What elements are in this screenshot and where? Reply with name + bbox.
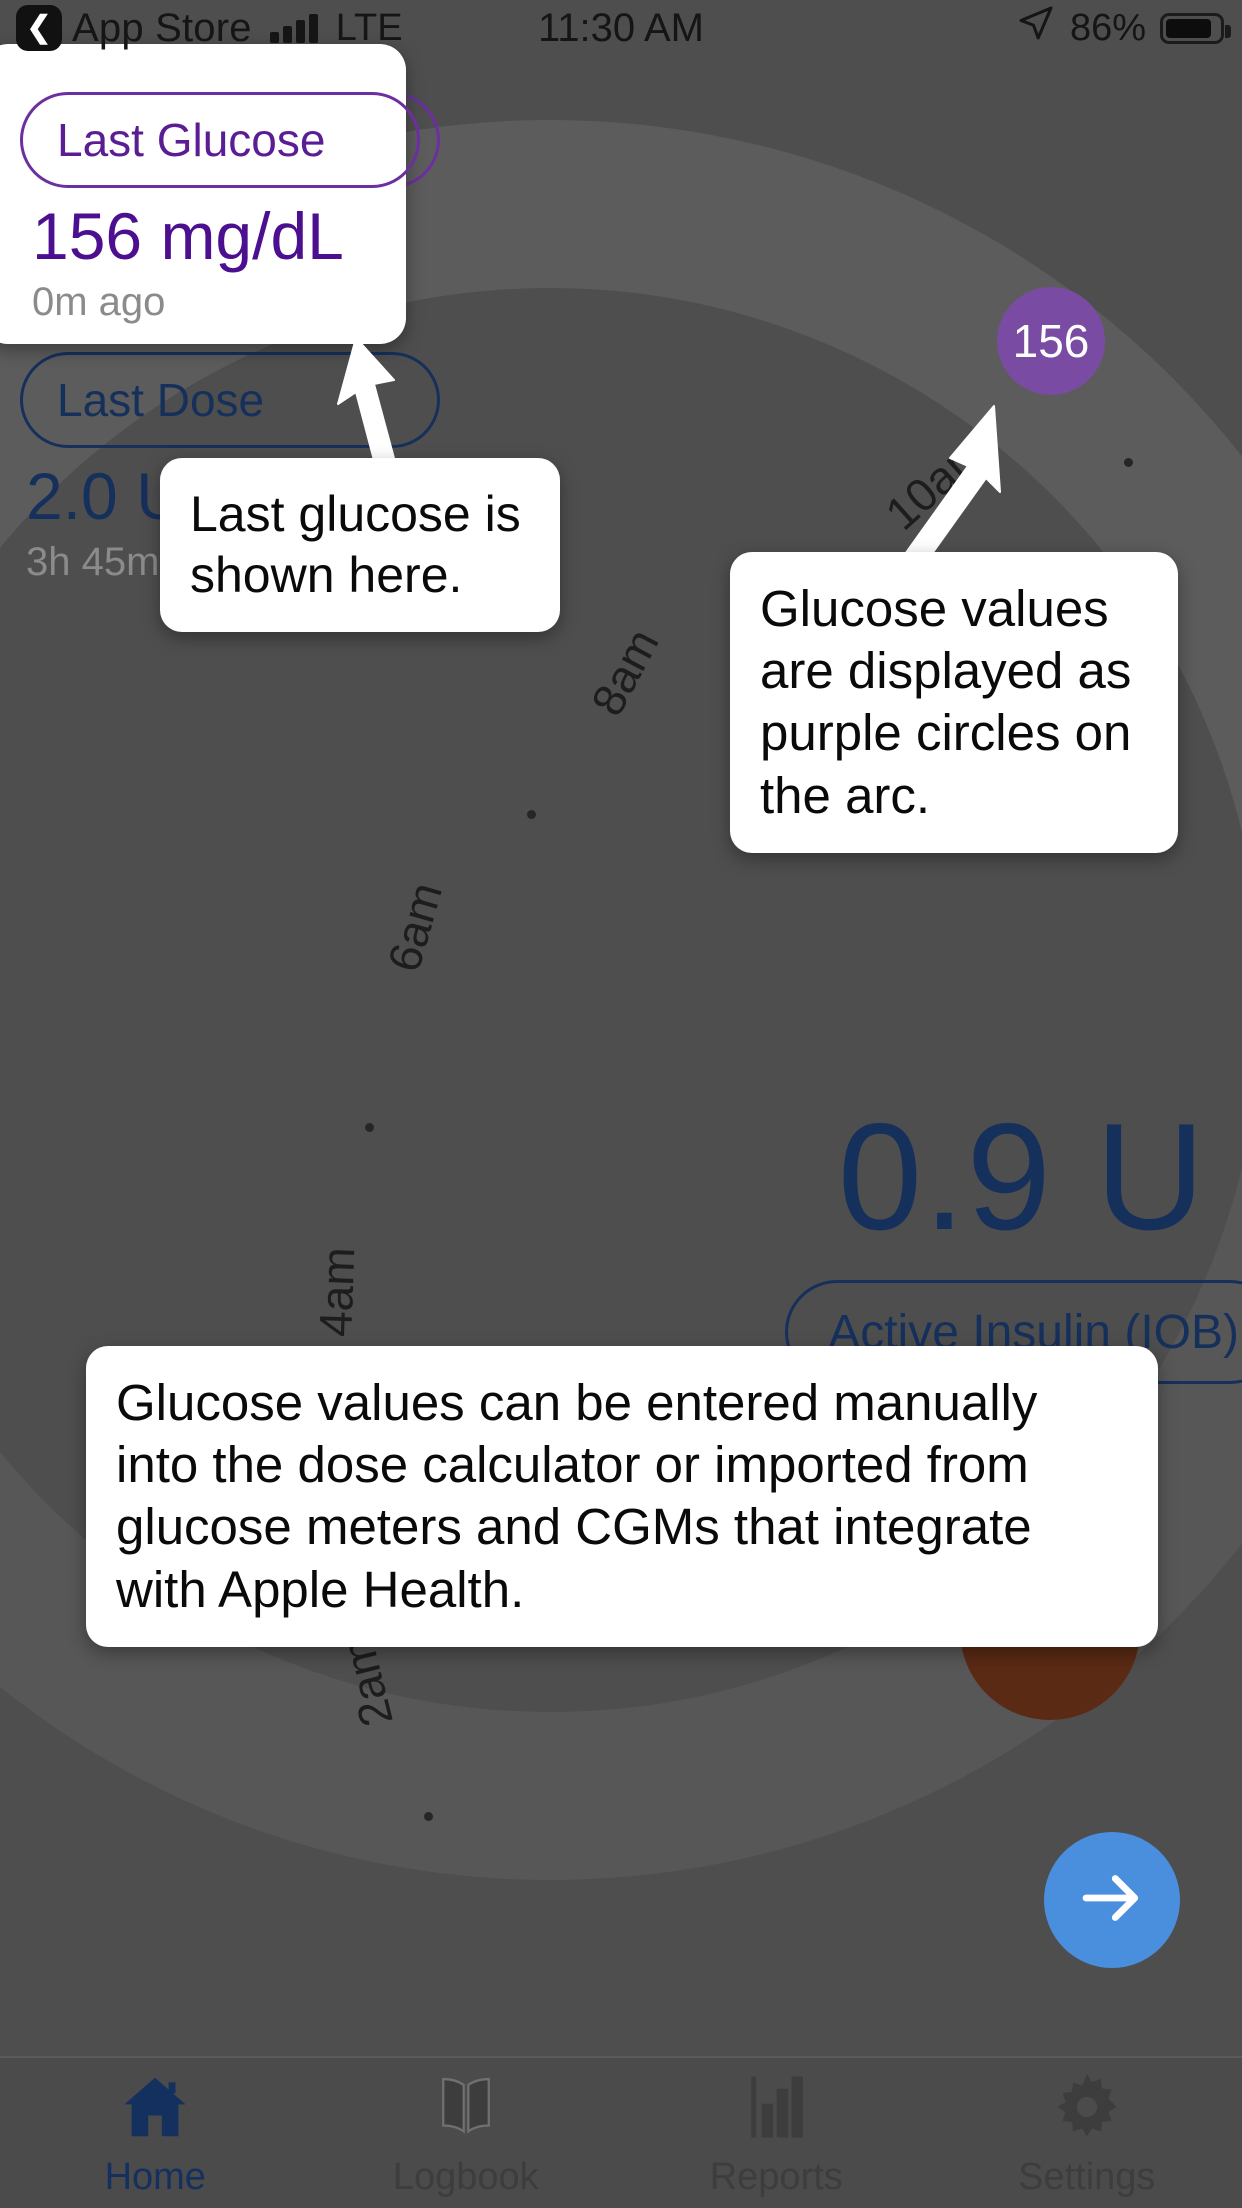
glucose-point-value: 156	[1012, 315, 1090, 367]
book-icon	[427, 2068, 505, 2146]
home-icon	[116, 2068, 194, 2146]
bar-chart-icon	[737, 2068, 815, 2146]
arrow-right-icon	[1073, 1859, 1151, 1942]
tab-bar: Home Logbook Reports Settings	[0, 2056, 1242, 2208]
location-arrow-icon	[1016, 3, 1056, 53]
battery-percent-label: 86%	[1069, 6, 1146, 49]
tab-settings-label: Settings	[1018, 2155, 1156, 2198]
spotlight-last-glucose-content[interactable]: Last Glucose 156 mg/dL 0m ago	[0, 92, 420, 325]
coach-mark-last-glucose[interactable]: Last glucose is shown here.	[160, 458, 560, 632]
tab-reports[interactable]: Reports	[621, 2058, 932, 2208]
arc-tick	[527, 810, 536, 819]
arc-tick	[1124, 458, 1133, 467]
arc-hour-label-4am: 4am	[309, 1246, 365, 1338]
arc-tick	[365, 1123, 374, 1132]
coach-mark-purple-circles-text: Glucose values are displayed as purple c…	[760, 580, 1132, 824]
active-insulin-value: 0.9 U	[837, 1092, 1206, 1262]
app-screen: 10am 8am 6am 4am 2am 156 ❮ App Store LTE…	[0, 0, 1242, 2208]
spotlight-last-glucose-value: 156 mg/dL	[32, 199, 344, 273]
coach-mark-last-glucose-text: Last glucose is shown here.	[190, 486, 521, 603]
spotlight-last-glucose-title: Last Glucose	[57, 114, 326, 166]
tab-logbook-label: Logbook	[392, 2155, 539, 2198]
tab-settings[interactable]: Settings	[932, 2058, 1242, 2208]
spotlight-last-glucose-age: 0m ago	[32, 280, 166, 324]
last-dose-title: Last Dose	[57, 374, 265, 426]
tab-reports-label: Reports	[709, 2155, 843, 2198]
tab-logbook[interactable]: Logbook	[311, 2058, 622, 2208]
coach-mark-manual-entry[interactable]: Glucose values can be entered manually i…	[86, 1346, 1158, 1647]
tab-home[interactable]: Home	[0, 2058, 311, 2208]
coach-mark-purple-circles[interactable]: Glucose values are displayed as purple c…	[730, 552, 1178, 853]
coach-mark-manual-entry-text: Glucose values can be entered manually i…	[116, 1374, 1038, 1618]
arc-tick	[424, 1812, 433, 1821]
gear-icon	[1048, 2068, 1126, 2146]
glucose-point-156[interactable]: 156	[997, 287, 1105, 395]
status-bar: ❮ App Store LTE 11:30 AM 86%	[0, 0, 1242, 56]
status-bar-right: 86%	[1016, 3, 1231, 53]
spotlight-last-glucose-pill[interactable]: Last Glucose	[20, 92, 420, 188]
tab-home-label: Home	[104, 2155, 206, 2198]
battery-icon	[1160, 12, 1231, 44]
next-button[interactable]	[1044, 1832, 1180, 1968]
